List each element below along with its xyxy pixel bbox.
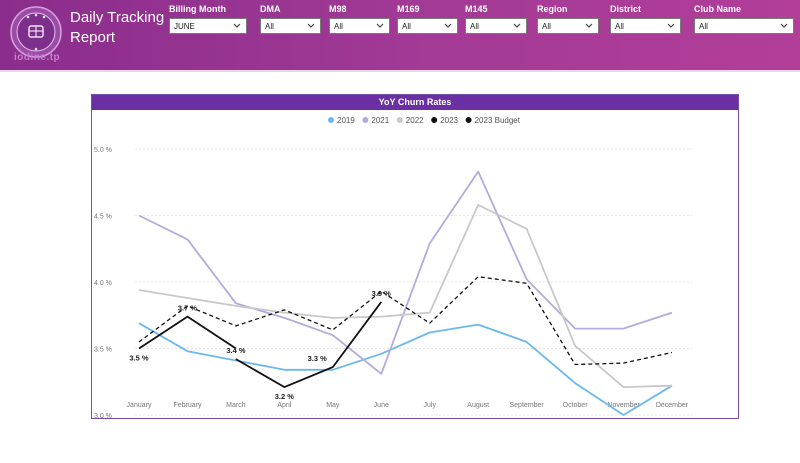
- club-logo-icon: [10, 6, 62, 58]
- chevron-down-icon: [585, 23, 593, 28]
- filter-label: District: [610, 4, 642, 14]
- x-tick-label: August: [467, 402, 489, 409]
- dropdown-value: All: [470, 22, 479, 31]
- x-tick-label: December: [656, 402, 689, 409]
- region-dropdown[interactable]: All: [537, 18, 599, 34]
- filter-label: Club Name: [694, 4, 742, 14]
- filter-district: District All: [610, 3, 681, 34]
- x-tick-label: February: [173, 402, 202, 409]
- page-title-line-2: Report: [70, 29, 116, 46]
- legend-label: 2021: [371, 116, 389, 125]
- legend-item: 2019: [328, 116, 355, 125]
- data-label: 3.4 %: [226, 346, 246, 355]
- dma-dropdown[interactable]: All: [260, 18, 321, 34]
- chevron-down-icon: [513, 23, 521, 28]
- legend-label: 2023 Budget: [475, 116, 521, 125]
- data-label: 3.9 %: [372, 289, 392, 298]
- dropdown-value: All: [699, 22, 708, 31]
- x-tick-label: September: [510, 402, 545, 409]
- legend-marker: [328, 117, 334, 123]
- y-tick-label: 5.0 %: [94, 147, 112, 154]
- filter-billing-month: Billing Month JUNE: [169, 3, 247, 34]
- legend-label: 2019: [337, 116, 355, 125]
- legend-item: 2022: [396, 116, 424, 125]
- x-tick-label: October: [563, 402, 589, 409]
- m145-dropdown[interactable]: All: [465, 18, 527, 34]
- filter-m169: M169 All: [397, 3, 458, 34]
- churn-line-chart: 2019 2021 2022 2023 2023 Budget 5.0 % 4.5 % 4.0…: [94, 116, 692, 418]
- y-tick-label: 3.5 %: [94, 347, 112, 354]
- report-header: iodine.tp Daily Tracking Report Billing …: [0, 0, 800, 72]
- legend-marker: [431, 117, 438, 123]
- legend-marker: [362, 117, 369, 123]
- dropdown-value: All: [334, 22, 343, 31]
- x-tick-label: January: [127, 402, 152, 409]
- legend-label: 2023: [440, 116, 458, 125]
- x-tick-label: March: [226, 402, 246, 409]
- filter-m145: M145 All: [465, 3, 527, 34]
- y-tick-label: 4.0 %: [94, 280, 112, 287]
- filter-club-name: Club Name All: [694, 3, 794, 34]
- club-name-dropdown[interactable]: All: [694, 18, 794, 34]
- chevron-down-icon: [667, 23, 675, 28]
- filter-label: M145: [465, 4, 488, 14]
- chevron-down-icon: [780, 23, 788, 28]
- data-label: 3.5 %: [129, 354, 149, 363]
- filter-region: Region All: [537, 3, 599, 34]
- x-tick-label: July: [424, 402, 437, 409]
- filter-m98: M98 All: [329, 3, 390, 34]
- district-dropdown[interactable]: All: [610, 18, 681, 34]
- dropdown-value: All: [542, 22, 551, 31]
- y-tick-label: 4.5 %: [94, 214, 112, 221]
- legend-label: 2022: [406, 116, 424, 125]
- data-label: 3.7 %: [178, 304, 198, 313]
- page-title: Daily Tracking Report: [70, 8, 170, 48]
- chevron-down-icon: [233, 23, 241, 28]
- y-tick-label: 3.0 %: [94, 413, 112, 418]
- series-line-2022: [138, 204, 673, 388]
- filter-label: M98: [329, 4, 347, 14]
- m169-dropdown[interactable]: All: [397, 18, 458, 34]
- series-line-2023-budget: [138, 276, 673, 366]
- filter-label: DMA: [260, 4, 281, 14]
- data-label: 3.3 %: [308, 354, 328, 363]
- legend-item: 2021: [362, 116, 390, 125]
- m98-dropdown[interactable]: All: [329, 18, 390, 34]
- dropdown-value: JUNE: [174, 22, 195, 31]
- chevron-down-icon: [307, 23, 315, 28]
- filter-dma: DMA All: [260, 3, 321, 34]
- chevron-down-icon: [444, 23, 452, 28]
- logo-wordmark: iodine.tp: [14, 52, 61, 63]
- filter-label: Billing Month: [169, 4, 226, 14]
- filter-label: M169: [397, 4, 420, 14]
- legend-item: 2023 Budget: [465, 116, 521, 125]
- legend-marker: [465, 117, 472, 123]
- dropdown-value: All: [265, 22, 274, 31]
- x-tick-label: May: [326, 402, 340, 409]
- x-tick-label: April: [277, 402, 291, 409]
- chevron-down-icon: [376, 23, 384, 28]
- chart-title: YoY Churn Rates: [92, 95, 738, 110]
- data-label: 3.2 %: [275, 392, 295, 401]
- dropdown-value: All: [615, 22, 624, 31]
- page-title-line-1: Daily Tracking: [70, 9, 165, 26]
- dropdown-value: All: [402, 22, 411, 31]
- filter-label: Region: [537, 4, 568, 14]
- churn-chart-card: YoY Churn Rates 2019 2021 2022 2023 2023 Bud…: [91, 94, 739, 419]
- legend-item: 2023: [431, 116, 459, 125]
- billing-month-dropdown[interactable]: JUNE: [169, 18, 247, 34]
- legend-marker: [396, 117, 403, 123]
- x-tick-label: June: [374, 402, 389, 409]
